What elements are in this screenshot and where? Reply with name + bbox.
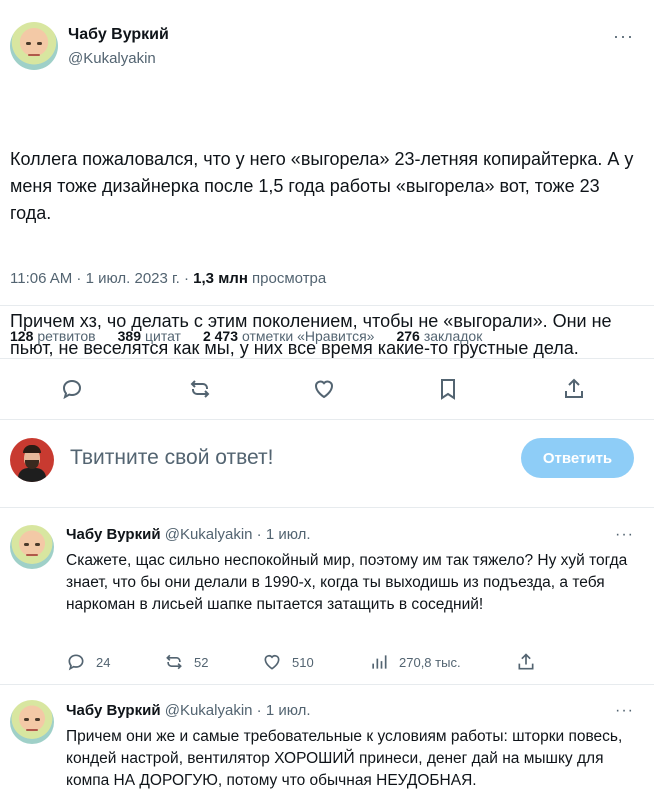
author-handle[interactable]: @Kukalyakin <box>68 50 156 67</box>
avatar-mouth <box>28 54 40 56</box>
retweet-icon[interactable] <box>186 375 214 403</box>
avatar-body <box>18 468 46 482</box>
bookmark-icon[interactable] <box>434 375 462 403</box>
reply-author-name[interactable]: Чабу Вуркий <box>66 526 161 543</box>
share-icon[interactable] <box>560 375 588 403</box>
reply-retweet-action[interactable]: 52 <box>164 652 208 672</box>
reply-avatar[interactable] <box>10 525 54 569</box>
author-avatar[interactable] <box>10 22 58 70</box>
stat-retweets[interactable]: 128 ретвитов <box>10 328 96 344</box>
retweet-icon <box>166 654 182 670</box>
reply-count: 24 <box>96 654 111 670</box>
tweet-paragraph: Коллега пожаловался, что у него «выгорел… <box>10 149 639 223</box>
retweet-count: 52 <box>194 654 209 670</box>
views-count: 270,8 тыс. <box>399 654 461 670</box>
like-icon <box>264 654 280 670</box>
reply-handle-date[interactable]: @Kukalyakin · 1 июл. <box>165 702 311 719</box>
more-options-icon[interactable]: ··· <box>615 702 634 720</box>
like-count: 510 <box>292 654 314 670</box>
reply-input[interactable]: Твитните свой ответ! <box>70 446 274 470</box>
views-label: просмотра <box>247 270 327 287</box>
reply-handle-date[interactable]: @Kukalyakin · 1 июл. <box>165 526 311 543</box>
views-count: 1,3 млн <box>193 270 248 287</box>
avatar-hair <box>23 445 41 453</box>
reply-actions: 24 52 510 270,8 тыс. <box>66 652 566 676</box>
reply-text: Скажете, щас сильно неспокойный мир, поэ… <box>66 552 628 613</box>
more-options-icon[interactable]: ··· <box>615 526 634 544</box>
reply-views-action[interactable]: 270,8 тыс. <box>369 652 461 672</box>
divider <box>0 507 654 508</box>
author-name[interactable]: Чабу Вуркий <box>68 26 169 44</box>
tweet-timestamp[interactable]: 11:06 AM · 1 июл. 2023 г. · <box>10 270 193 287</box>
reply-avatar[interactable] <box>10 700 54 744</box>
tweet-meta: 11:06 AM · 1 июл. 2023 г. · 1,3 млн прос… <box>10 270 326 287</box>
avatar-eye <box>24 543 29 546</box>
reply-share-action[interactable] <box>516 652 536 672</box>
avatar-mouth <box>26 554 38 556</box>
reply-like-action[interactable]: 510 <box>262 652 314 672</box>
share-icon <box>518 653 534 670</box>
tweet-text: Коллега пожаловался, что у него «выгорел… <box>10 92 640 416</box>
reply-header: Чабу Вуркий @Kukalyakin · 1 июл. <box>66 526 311 543</box>
avatar-eye <box>26 42 31 45</box>
engagement-stats: 128 ретвитов 389 цитат 2 473 отметки «Нрави… <box>10 328 482 344</box>
avatar-eye <box>35 543 40 546</box>
reply-comment-action[interactable]: 24 <box>66 652 110 672</box>
divider <box>0 419 654 420</box>
divider <box>0 305 654 306</box>
reply-icon[interactable] <box>58 375 86 403</box>
avatar-eye <box>37 42 42 45</box>
stat-likes[interactable]: 2 473 отметки «Нравится» <box>203 328 374 344</box>
avatar-eye <box>24 718 29 721</box>
avatar-eye <box>35 718 40 721</box>
stat-bookmarks[interactable]: 276 закладок <box>396 328 482 344</box>
avatar-mouth <box>26 729 38 731</box>
stat-quotes[interactable]: 389 цитат <box>118 328 181 344</box>
reply-author-name[interactable]: Чабу Вуркий <box>66 702 161 719</box>
current-user-avatar[interactable] <box>10 438 54 482</box>
tweet-actions <box>0 375 654 411</box>
reply-header: Чабу Вуркий @Kukalyakin · 1 июл. <box>66 702 311 719</box>
divider <box>0 684 654 685</box>
divider <box>0 358 654 359</box>
reply-button[interactable]: Ответить <box>521 438 634 478</box>
more-options-icon[interactable]: ··· <box>613 26 634 47</box>
reply-text: Причем они же и самые требовательные к у… <box>66 728 623 789</box>
views-icon <box>372 655 387 669</box>
like-icon[interactable] <box>310 375 338 403</box>
reply-icon <box>68 654 84 671</box>
